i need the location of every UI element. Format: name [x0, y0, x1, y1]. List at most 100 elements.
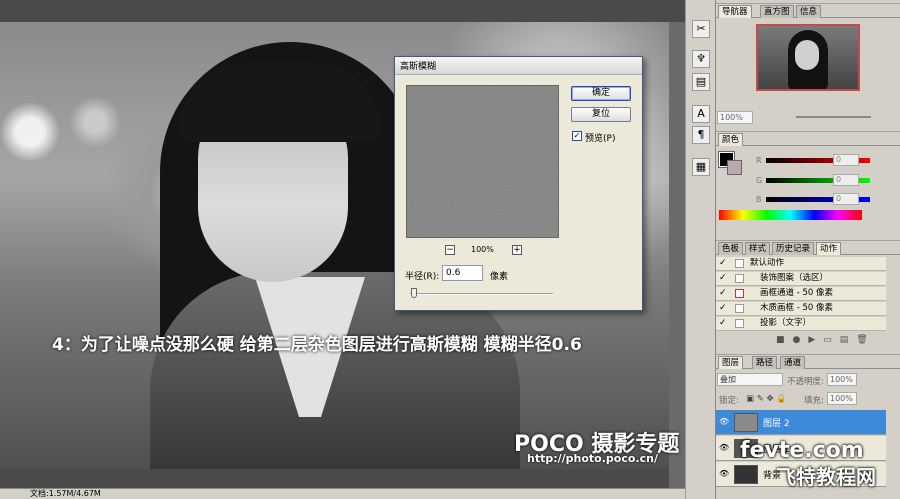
- brush-presets-icon[interactable]: ✂: [692, 20, 710, 38]
- color-spectrum-bar[interactable]: [719, 210, 862, 220]
- zoom-in-button[interactable]: +: [512, 245, 522, 255]
- tab-paths[interactable]: 路径: [752, 356, 778, 369]
- green-channel-row: G: [756, 176, 882, 186]
- poco-url: http://photo.poco.cn/: [527, 452, 658, 465]
- action-row[interactable]: ✓ 装饰图案（选区）: [716, 272, 886, 286]
- right-panel-dock: 导航器 直方图 信息 100% 颜色 R 0 G 0 B 0 色板 样式 历史记…: [715, 0, 900, 499]
- tab-history[interactable]: 历史记录: [772, 242, 815, 255]
- gaussian-blur-dialog: 高斯模糊 − 100% + 确定 复位 ✓ 预览(P) 半径(R): 像素: [394, 56, 643, 311]
- blue-channel-label: B: [756, 195, 762, 204]
- action-check[interactable]: ✓: [719, 304, 728, 313]
- action-dialog-toggle[interactable]: [735, 274, 744, 283]
- eye-icon[interactable]: 👁: [719, 469, 729, 479]
- action-dialog-toggle[interactable]: [735, 289, 744, 298]
- layer-row[interactable]: 👁 图层 2: [716, 410, 886, 435]
- tool-presets-icon[interactable]: ▤: [692, 73, 710, 91]
- action-dialog-toggle[interactable]: [735, 259, 744, 268]
- tab-swatches[interactable]: 色板: [718, 242, 744, 255]
- fevte-watermark: fevte.com: [740, 438, 864, 463]
- zoom-out-button[interactable]: −: [445, 245, 455, 255]
- panel-icon-strip: ✂ ♆ ▤ A ¶ ▦: [685, 0, 715, 499]
- navigator-panel: 导航器 直方图 信息 100%: [716, 3, 900, 125]
- thumb-face: [795, 40, 819, 70]
- paragraph-icon[interactable]: ¶: [692, 126, 710, 144]
- green-value-field[interactable]: 0: [833, 174, 859, 186]
- action-label: 默认动作: [750, 258, 785, 268]
- tab-histogram[interactable]: 直方图: [760, 5, 794, 18]
- radius-unit-label: 像素: [490, 272, 509, 282]
- color-panel: 颜色 R 0 G 0 B 0: [716, 131, 900, 232]
- fevte-watermark-cn: 飞特教程网: [776, 465, 876, 489]
- action-row[interactable]: ✓ 画框通道 - 50 像素: [716, 287, 886, 301]
- tutorial-caption: 4：为了让噪点没那么硬 给第二层杂色图层进行高斯模糊 模糊半径0.6: [52, 335, 582, 355]
- tab-info[interactable]: 信息: [796, 5, 822, 18]
- actions-panel: 色板 样式 历史记录 动作 ✓ 默认动作 ✓ 装饰图案（选区） ✓ 画框通道 -…: [716, 240, 900, 347]
- clone-source-icon[interactable]: ♆: [692, 50, 710, 68]
- radius-slider-thumb[interactable]: [411, 288, 417, 298]
- layer-comps-icon[interactable]: ▦: [692, 158, 710, 176]
- blue-value-field[interactable]: 0: [833, 193, 859, 205]
- action-check[interactable]: ✓: [719, 289, 728, 298]
- red-value-field[interactable]: 0: [833, 154, 859, 166]
- dialog-title: 高斯模糊: [400, 62, 437, 72]
- lock-icons[interactable]: ▣ ✎ ✥ 🔒: [746, 394, 787, 404]
- opacity-label: 不透明度:: [787, 377, 824, 387]
- tab-channels[interactable]: 通道: [780, 356, 806, 369]
- action-label: 装饰图案（选区）: [760, 273, 829, 283]
- blend-mode-select[interactable]: 叠加: [717, 373, 783, 386]
- photo-bangs: [180, 62, 380, 142]
- character-icon[interactable]: A: [692, 105, 710, 123]
- opacity-field[interactable]: 100%: [827, 373, 857, 386]
- tab-navigator[interactable]: 导航器: [718, 5, 752, 18]
- action-row[interactable]: ✓ 投影（文字）: [716, 317, 886, 331]
- action-dialog-toggle[interactable]: [735, 319, 744, 328]
- color-tabrow: 颜色: [716, 132, 900, 146]
- preview-checkbox-label: 预览(P): [585, 134, 616, 144]
- layers-tabrow: 图层 路径 通道: [716, 355, 900, 369]
- reset-button[interactable]: 复位: [571, 107, 631, 122]
- dialog-titlebar[interactable]: 高斯模糊: [395, 57, 642, 75]
- layer-name: 图层 2: [763, 419, 790, 429]
- preview-zoom-level: 100%: [471, 245, 494, 254]
- eye-icon[interactable]: 👁: [719, 443, 729, 453]
- actions-toolbar-icons[interactable]: ■●▶▭▤🗑: [776, 335, 876, 345]
- blur-preview-area[interactable]: [406, 85, 559, 238]
- preview-checkbox[interactable]: ✓: [572, 131, 582, 141]
- navigator-zoom-slider[interactable]: [796, 116, 871, 118]
- action-row[interactable]: ✓ 木质画框 - 50 像素: [716, 302, 886, 316]
- actions-tabrow: 色板 样式 历史记录 动作: [716, 241, 900, 255]
- red-channel-row: R: [756, 156, 882, 166]
- doc-size-text: 文档:1.57M/4.67M: [30, 489, 101, 498]
- layer-thumbnail: [734, 465, 758, 484]
- navigator-tabrow: 导航器 直方图 信息: [716, 4, 900, 18]
- radius-label: 半径(R):: [405, 272, 440, 282]
- action-check[interactable]: ✓: [719, 259, 728, 268]
- action-label: 木质画框 - 50 像素: [760, 303, 833, 313]
- red-channel-label: R: [756, 156, 762, 165]
- background-color-swatch[interactable]: [727, 160, 742, 175]
- navigator-thumbnail[interactable]: [756, 24, 860, 91]
- action-check[interactable]: ✓: [719, 274, 728, 283]
- radius-slider-track[interactable]: [410, 293, 553, 295]
- green-channel-label: G: [756, 176, 763, 185]
- vertical-scrollbar[interactable]: [669, 22, 685, 488]
- action-dialog-toggle[interactable]: [735, 304, 744, 313]
- fill-field[interactable]: 100%: [827, 392, 857, 405]
- eye-icon[interactable]: 👁: [719, 417, 729, 427]
- fill-label: 填充:: [804, 396, 824, 406]
- navigator-zoom-field[interactable]: 100%: [717, 111, 753, 124]
- action-check[interactable]: ✓: [719, 319, 728, 328]
- tab-actions[interactable]: 动作: [816, 242, 842, 255]
- tab-color[interactable]: 颜色: [718, 133, 744, 146]
- ok-button[interactable]: 确定: [571, 86, 631, 101]
- layer-thumbnail: [734, 413, 758, 432]
- lock-label: 锁定:: [719, 396, 739, 406]
- action-set-row[interactable]: ✓ 默认动作: [716, 257, 886, 271]
- tab-layers[interactable]: 图层: [718, 356, 744, 369]
- action-label: 画框通道 - 50 像素: [760, 288, 833, 298]
- radius-input[interactable]: [442, 265, 483, 281]
- tab-styles[interactable]: 样式: [745, 242, 771, 255]
- blue-channel-row: B: [756, 195, 882, 205]
- action-label: 投影（文字）: [760, 318, 812, 328]
- status-bar: 文档:1.57M/4.67M: [0, 488, 685, 499]
